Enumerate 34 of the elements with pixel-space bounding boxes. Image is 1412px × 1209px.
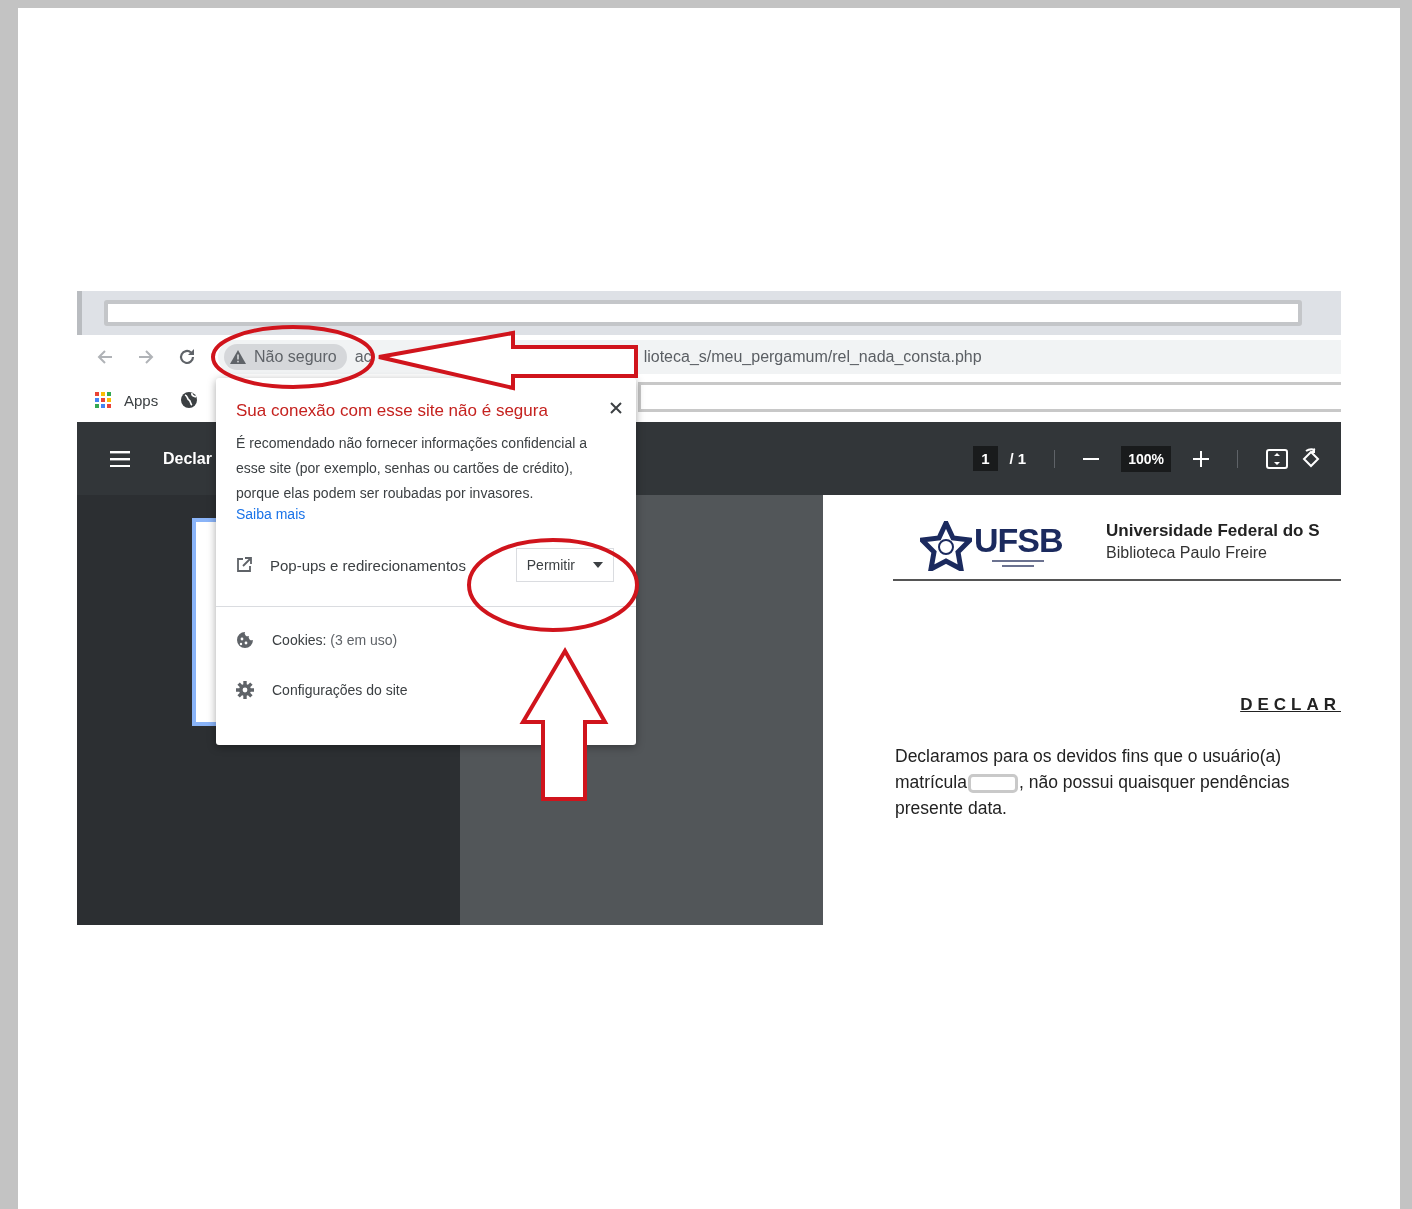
page-number-field[interactable]: 1 bbox=[973, 446, 998, 471]
popup-menu-item[interactable]: Cookies: (3 em uso) bbox=[236, 631, 398, 649]
logo-tagline-drawing bbox=[990, 559, 1047, 569]
logo-text: UFSB bbox=[974, 521, 1063, 559]
warning-icon bbox=[230, 349, 246, 364]
warning-text: É recomendado não fornecer informações confidencial a esse site (por exemplo, senhas ou cartões de crédito), porque elas podem ser roubadas por invasores. bbox=[236, 434, 588, 503]
settings-icon bbox=[236, 681, 254, 699]
globe-icon[interactable] bbox=[180, 391, 199, 409]
permission-dropdown[interactable]: Permitir bbox=[515, 548, 614, 582]
library-name: Biblioteca Paulo Freire bbox=[1106, 544, 1268, 562]
institution-name: Universidade Federal do S bbox=[1106, 521, 1320, 541]
zoom-field[interactable]: 100% bbox=[1121, 445, 1171, 472]
caret-icon bbox=[593, 562, 603, 568]
url-text: lioteca_s/meu_pergamum/rel_nada_consta.php bbox=[643, 347, 982, 366]
bookmark-item[interactable]: Apps bbox=[95, 391, 159, 409]
url-text: ac bbox=[354, 347, 372, 366]
external-link-icon bbox=[236, 557, 252, 573]
cookie-icon bbox=[236, 631, 254, 649]
declaration-paragraph: Declaramos para os devidos fins que o usuário(a) matrícula , não possui quaisquer pendências presente data. bbox=[895, 745, 1291, 820]
zoom-in-icon[interactable] bbox=[1193, 450, 1209, 467]
rotate-icon[interactable] bbox=[1300, 447, 1322, 470]
learn-more-link[interactable]: Saiba mais bbox=[236, 506, 636, 522]
fit-page-icon[interactable] bbox=[1266, 448, 1288, 469]
document-title: Declar bbox=[163, 449, 212, 468]
popup-menu-item[interactable]: Configurações do site bbox=[236, 681, 408, 699]
page-total: / 1 bbox=[1009, 450, 1027, 467]
document-heading: DECLAR bbox=[1239, 695, 1341, 715]
permission-label: Pop-ups e redirecionamentos bbox=[270, 556, 466, 574]
popup-title: Sua conexão com esse site não é segura bbox=[236, 401, 548, 421]
star-logo-icon bbox=[920, 521, 972, 571]
close-icon[interactable] bbox=[610, 402, 622, 414]
menu-icon[interactable] bbox=[110, 450, 130, 467]
security-chip[interactable]: Não seguro bbox=[224, 343, 347, 370]
apps-grid-icon bbox=[95, 392, 111, 408]
